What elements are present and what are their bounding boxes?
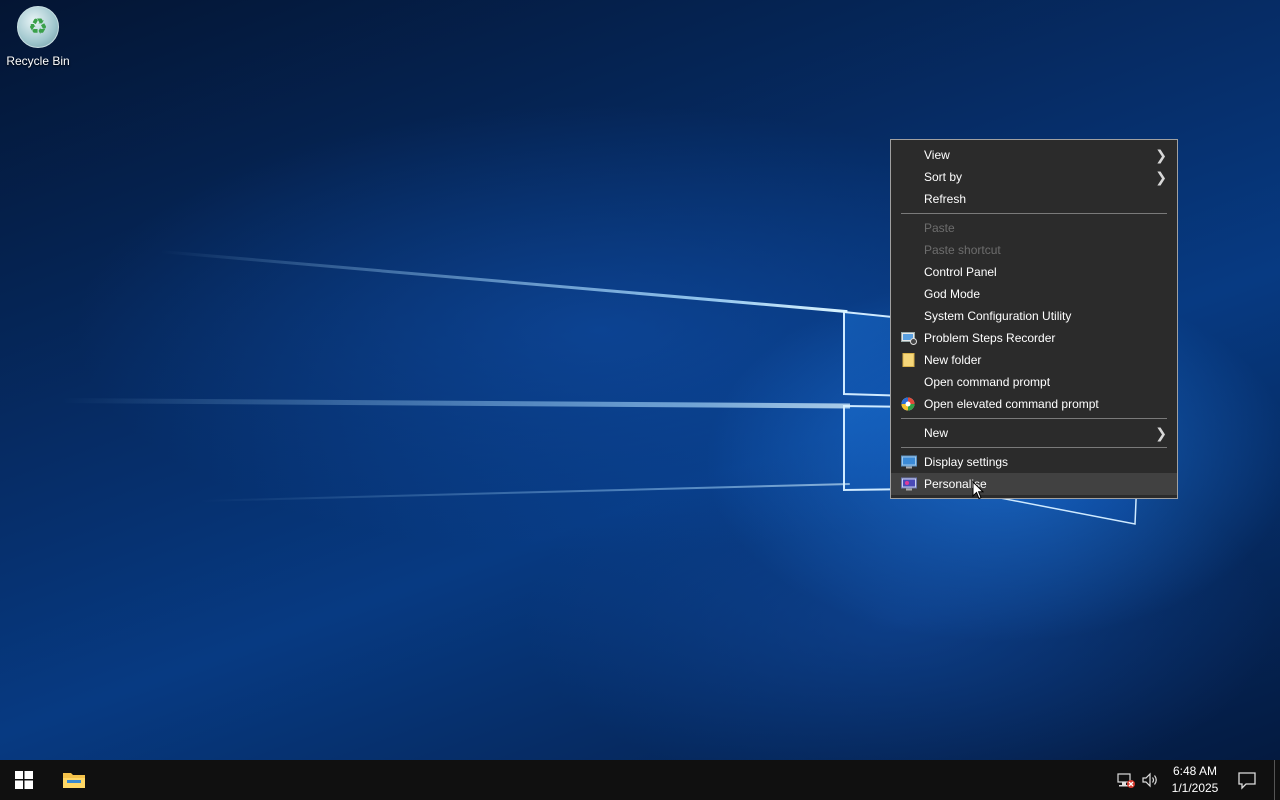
menu-item-problem-steps-recorder[interactable]: Problem Steps Recorder [891, 327, 1177, 349]
clock-time: 6:48 AM [1172, 764, 1218, 778]
menu-item-paste-shortcut[interactable]: Paste shortcut [891, 239, 1177, 261]
menu-item-sort-by[interactable]: Sort by ❯ [891, 166, 1177, 188]
show-desktop-button[interactable] [1274, 760, 1275, 800]
menu-item-label: Sort by [924, 170, 963, 184]
menu-item-new-folder[interactable]: New folder [891, 349, 1177, 371]
menu-item-system-configuration[interactable]: System Configuration Utility [891, 305, 1177, 327]
notification-icon[interactable] [1236, 770, 1258, 790]
folder-icon [902, 353, 915, 367]
menu-item-label: System Configuration Utility [924, 309, 1072, 323]
menu-item-open-elevated-command-prompt[interactable]: Open elevated command prompt [891, 393, 1177, 415]
recycle-bin-icon: ♻ [17, 6, 59, 48]
menu-item-refresh[interactable]: Refresh [891, 188, 1177, 210]
volume-icon[interactable] [1140, 770, 1160, 790]
mouse-cursor-icon [972, 481, 984, 500]
menu-item-label: Paste shortcut [924, 243, 1001, 257]
taskbar-file-explorer[interactable] [50, 760, 98, 800]
desktop[interactable]: ♻ Recycle Bin View ❯ Sort by ❯ Refresh P… [0, 0, 1280, 760]
taskbar: 6:48 AM 1/1/2025 [0, 760, 1280, 800]
chevron-right-icon: ❯ [1155, 147, 1167, 163]
chevron-right-icon: ❯ [1155, 169, 1167, 185]
menu-item-label: Open elevated command prompt [924, 397, 1099, 411]
menu-separator [901, 213, 1167, 214]
network-disconnected-icon[interactable] [1116, 770, 1136, 790]
taskbar-clock[interactable]: 6:48 AM 1/1/2025 [1164, 763, 1226, 797]
menu-item-paste[interactable]: Paste [891, 217, 1177, 239]
menu-item-label: God Mode [924, 287, 981, 301]
menu-item-new[interactable]: New ❯ [891, 422, 1177, 444]
menu-item-control-panel[interactable]: Control Panel [891, 261, 1177, 283]
clock-date: 1/1/2025 [1171, 781, 1219, 795]
menu-item-god-mode[interactable]: God Mode [891, 283, 1177, 305]
desktop-icon-label: Recycle Bin [6, 54, 70, 68]
menu-item-open-command-prompt[interactable]: Open command prompt [891, 371, 1177, 393]
light-beam [159, 250, 848, 314]
shield-icon [901, 397, 915, 411]
steps-recorder-icon [901, 332, 917, 345]
file-explorer-icon [63, 773, 85, 788]
menu-item-label: Display settings [924, 455, 1009, 469]
light-beam [59, 398, 850, 409]
chevron-right-icon: ❯ [1155, 425, 1167, 441]
menu-item-view[interactable]: View ❯ [891, 144, 1177, 166]
menu-item-label: New folder [924, 353, 982, 367]
personalise-icon [901, 477, 917, 491]
light-beam [199, 482, 850, 502]
menu-item-display-settings[interactable]: Display settings [891, 451, 1177, 473]
menu-item-label: Refresh [924, 192, 967, 206]
menu-item-label: Control Panel [924, 265, 997, 279]
menu-item-personalise[interactable]: Personalise [891, 473, 1177, 495]
start-button[interactable] [0, 760, 48, 800]
menu-separator [901, 447, 1167, 448]
display-icon [901, 455, 917, 469]
menu-item-label: New [924, 426, 949, 440]
menu-item-label: Problem Steps Recorder [924, 331, 1056, 345]
menu-item-label: View [924, 148, 950, 162]
desktop-context-menu: View ❯ Sort by ❯ Refresh Paste Paste sho… [890, 139, 1178, 499]
desktop-icon-recycle-bin[interactable]: ♻ Recycle Bin [6, 6, 70, 68]
menu-separator [901, 418, 1167, 419]
menu-item-label: Paste [924, 221, 955, 235]
windows-start-icon [15, 771, 33, 789]
menu-item-label: Open command prompt [924, 375, 1051, 389]
